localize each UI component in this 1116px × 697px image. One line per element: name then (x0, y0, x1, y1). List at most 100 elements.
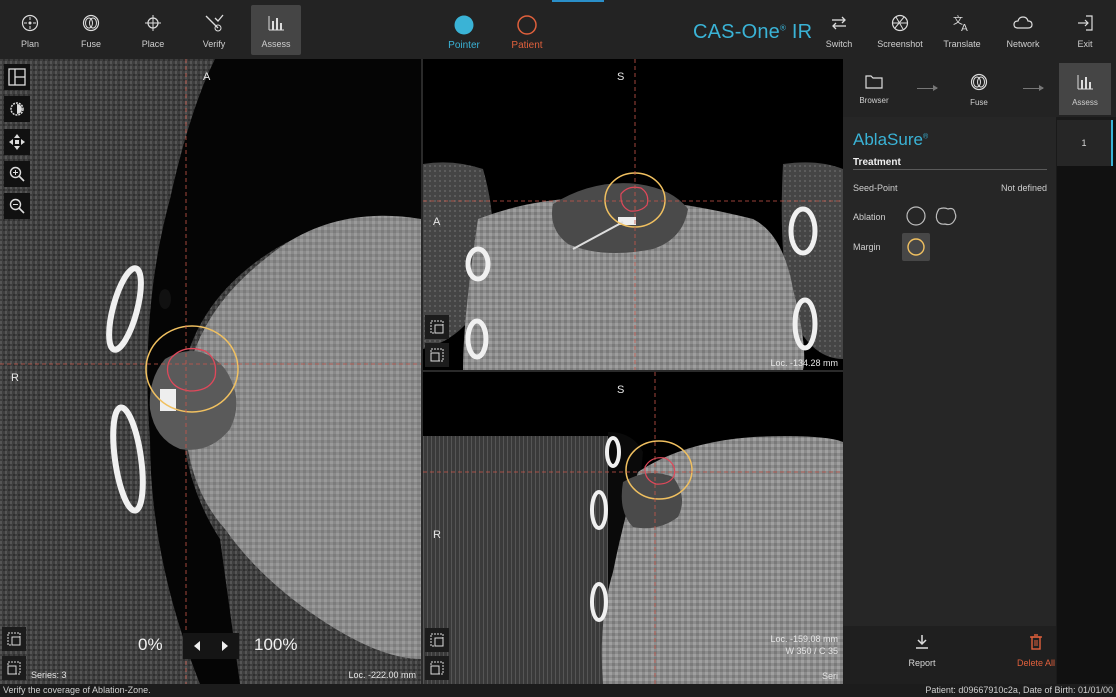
verify-label: Verify (202, 39, 226, 49)
pan-button[interactable] (4, 129, 30, 155)
ablation-freeform-icon[interactable] (934, 205, 958, 227)
window-level-button[interactable] (4, 96, 30, 122)
screenshot-label: Screenshot (877, 39, 923, 49)
plan-button[interactable]: Plan (5, 5, 55, 55)
trash-icon (1030, 634, 1042, 650)
crosshair-circle-icon (20, 13, 40, 33)
zoom-in-button[interactable] (4, 161, 30, 187)
pointer-label: Pointer (448, 40, 480, 51)
workflow-steps: Browser Fuse Assess (843, 59, 1116, 117)
margin-toggle[interactable] (902, 233, 930, 261)
location-label: Loc. -134.28 mm (770, 358, 838, 368)
expand-frame-icon (430, 320, 444, 334)
axial-viewport[interactable]: A R Series: 3 Loc. -222.00 mm (0, 59, 421, 684)
fuse-rings-icon (81, 13, 101, 33)
zoom-out-icon (9, 198, 25, 214)
patient-toggle[interactable]: Patient (497, 14, 557, 51)
maximize-viewport-button[interactable] (2, 627, 26, 651)
ablasure-panel (843, 59, 1056, 684)
top-toolbar: Plan Fuse Place Verify Assess Pointer Pa… (0, 0, 1116, 59)
expand-frame-icon (430, 633, 444, 647)
network-button[interactable]: Network (998, 5, 1048, 55)
fuse-rings-icon (970, 73, 988, 91)
fuse-label: Fuse (80, 39, 101, 49)
opacity-stepper[interactable] (183, 633, 239, 659)
folder-icon (865, 75, 883, 89)
translate-label: Translate (943, 39, 981, 49)
place-button[interactable]: Place (128, 5, 178, 55)
panel-title: AblaSure® (853, 130, 928, 150)
orientation-left: R (11, 372, 19, 384)
exit-icon (1075, 13, 1095, 33)
ablation-circle-icon[interactable] (905, 205, 927, 227)
orientation-left: R (433, 529, 441, 541)
orientation-top: S (617, 384, 625, 396)
verify-needle-icon (204, 13, 224, 33)
status-message: Verify the coverage of Ablation-Zone. (3, 685, 151, 695)
maximize-viewport-button[interactable] (425, 628, 449, 652)
translate-button[interactable]: 文A Translate (937, 5, 987, 55)
axial-ct-image (0, 59, 421, 684)
sagittal-viewport[interactable]: S R Loc. -159.08 mm W 350 / C 35 Seri (423, 372, 843, 684)
reset-viewport-button[interactable] (425, 656, 449, 680)
brand-mark: ® (780, 23, 787, 33)
orientation-left: A (433, 216, 441, 228)
orientation-top: S (617, 71, 625, 83)
status-bar: Verify the coverage of Ablation-Zone. Pa… (0, 684, 1116, 697)
expand-frame-icon (7, 632, 21, 646)
place-label: Place (141, 39, 165, 49)
reset-viewport-button[interactable] (2, 656, 26, 680)
opacity-max-label: 100% (254, 635, 298, 654)
app-brand: CAS-One® IR (693, 21, 812, 44)
patient-label: Patient (511, 40, 543, 51)
switch-button[interactable]: Switch (814, 5, 864, 55)
move-arrows-icon (9, 134, 25, 150)
report-button[interactable]: Report (892, 634, 952, 668)
network-label: Network (1006, 39, 1040, 49)
plan-label: Plan (20, 39, 39, 49)
seed-point-value: Not defined (1000, 183, 1047, 193)
coronal-ct-image (423, 59, 843, 370)
layout-grid-icon (8, 68, 26, 86)
assess-label: Assess (261, 39, 291, 49)
screenshot-button[interactable]: Screenshot (875, 5, 925, 55)
layout-button[interactable] (4, 64, 30, 90)
assess-button[interactable]: Assess (251, 5, 301, 55)
fuse-button[interactable]: Fuse (66, 5, 116, 55)
verify-button[interactable]: Verify (189, 5, 239, 55)
seed-point-label: Seed-Point (853, 183, 898, 193)
cloud-icon (1013, 13, 1033, 33)
series-label: Seri (821, 671, 838, 681)
delete-all-button[interactable]: Delete All (1006, 634, 1066, 668)
workflow-assess-tab[interactable]: Assess (1059, 63, 1111, 115)
reset-viewport-button[interactable] (425, 343, 449, 367)
brand-name: CAS-One (693, 21, 780, 43)
frame-select-icon (430, 661, 444, 675)
coronal-viewport[interactable]: S A Loc. -134.28 mm (423, 59, 843, 370)
workflow-browser-tab[interactable]: Browser (848, 63, 900, 115)
bar-chart-icon (266, 13, 286, 33)
pointer-toggle[interactable]: Pointer (434, 14, 494, 51)
brand-suffix: IR (791, 21, 813, 43)
download-icon (916, 635, 928, 649)
margin-label: Margin (853, 242, 881, 252)
aperture-icon (890, 13, 910, 33)
panel-app-name: AblaSure (853, 130, 923, 149)
pointer-dot-icon (454, 15, 474, 35)
assess-step-label: Assess (1072, 98, 1098, 107)
section-heading: Treatment (853, 157, 901, 168)
chevron-right-icon[interactable] (220, 640, 230, 652)
exit-button[interactable]: Exit (1060, 5, 1110, 55)
chevron-left-icon[interactable] (192, 640, 202, 652)
zoom-out-button[interactable] (4, 193, 30, 219)
switch-label: Switch (825, 39, 853, 49)
svg-text:A: A (961, 23, 968, 32)
target-cross-icon (143, 13, 163, 33)
maximize-viewport-button[interactable] (425, 315, 449, 339)
list-item[interactable]: 1 (1057, 120, 1113, 166)
window-level-label: W 350 / C 35 (785, 646, 838, 656)
exit-label: Exit (1077, 39, 1093, 49)
location-label: Loc. -159.08 mm (770, 634, 838, 644)
workflow-fuse-tab[interactable]: Fuse (953, 63, 1005, 115)
opacity-slider[interactable]: 0% 100% (130, 631, 310, 659)
